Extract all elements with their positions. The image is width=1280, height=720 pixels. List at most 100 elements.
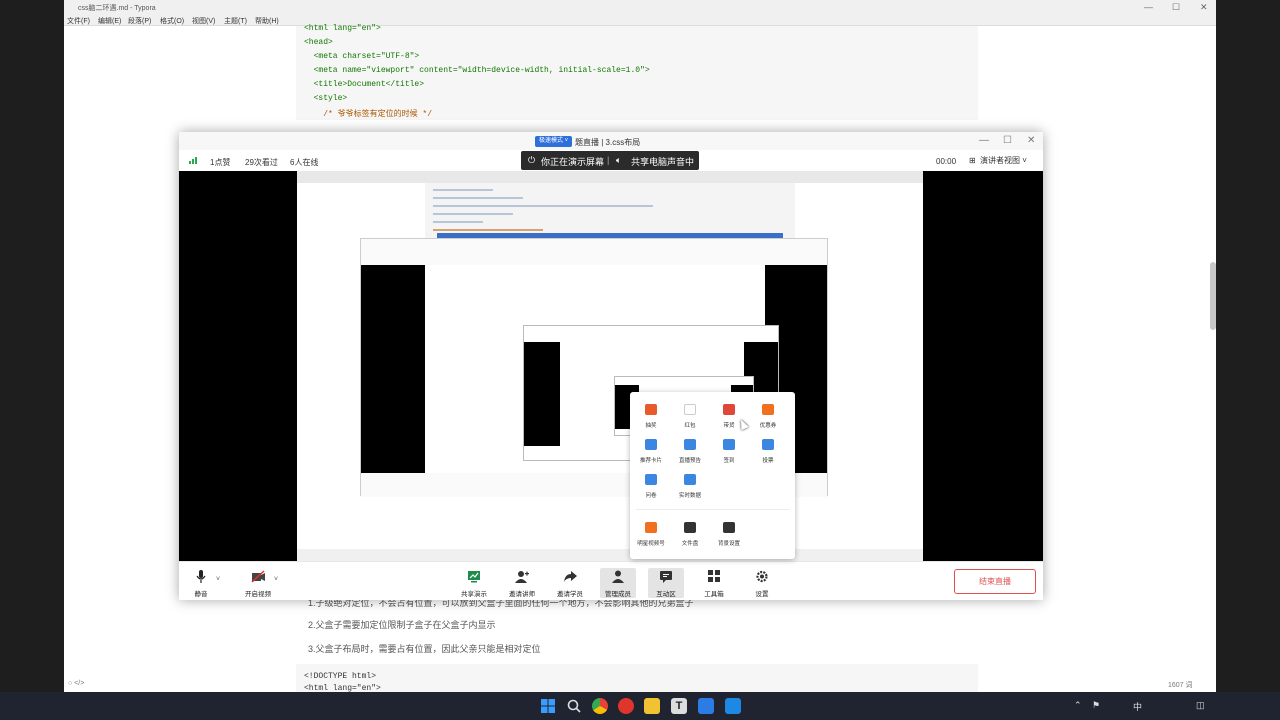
live-toolbar: 静音 ˅ 开启视频 ˅ 共享演示 邀请讲师 邀请学员 管理成员 互动区 工具箱 … bbox=[179, 561, 1043, 600]
manage-members-button[interactable]: 管理成员 bbox=[600, 568, 636, 598]
close-icon[interactable]: ✕ bbox=[1200, 2, 1208, 13]
shop-icon bbox=[723, 404, 735, 415]
chevron-down-icon[interactable]: ˅ bbox=[274, 576, 278, 583]
word-count[interactable]: 1607 词 bbox=[1168, 680, 1193, 690]
coupon-icon bbox=[762, 404, 774, 415]
video-account-tool[interactable]: 明星视频号 bbox=[631, 522, 671, 552]
grid-apps-icon bbox=[708, 570, 720, 582]
windows-taskbar: T ⌃ ⚑ 中 ◫ bbox=[0, 692, 1280, 720]
vscode-icon[interactable] bbox=[725, 698, 741, 714]
minimize-icon[interactable]: — bbox=[979, 135, 989, 146]
typora-menubar: 文件(F) 编辑(E) 段落(P) 格式(O) 视图(V) 主题(T) 帮助(H… bbox=[64, 14, 1216, 26]
tray-icons[interactable]: ⌃ bbox=[1074, 700, 1082, 711]
red-packet-tool[interactable]: 红包 bbox=[670, 404, 710, 434]
menu-help[interactable]: 帮助(H) bbox=[255, 16, 279, 26]
maximize-icon[interactable]: ☐ bbox=[1003, 135, 1012, 146]
recommend-card-tool[interactable]: 推荐卡片 bbox=[631, 439, 671, 469]
menu-view[interactable]: 视图(V) bbox=[192, 16, 215, 26]
code-line: <html lang="en"> bbox=[304, 24, 381, 33]
tencent-meeting-icon[interactable] bbox=[698, 698, 714, 714]
vote-tool[interactable]: 投票 bbox=[748, 439, 788, 469]
video-off-icon bbox=[251, 570, 265, 583]
end-live-button[interactable]: 结束直播 bbox=[954, 569, 1036, 594]
chat-icon bbox=[660, 571, 672, 583]
video-account-icon bbox=[645, 522, 657, 533]
settings-button[interactable]: 设置 bbox=[744, 568, 780, 598]
person-icon bbox=[612, 570, 624, 583]
code-line: <title>Document</title> bbox=[304, 80, 425, 89]
outline-toggle-icon[interactable]: ○ </> bbox=[68, 680, 84, 687]
pin-icon[interactable]: ⚑ bbox=[1092, 700, 1100, 711]
chrome-icon[interactable] bbox=[592, 698, 608, 714]
invite-speaker-button[interactable]: 邀请讲师 bbox=[504, 568, 540, 598]
mute-button[interactable]: 静音 bbox=[183, 568, 219, 598]
toolbox-button[interactable]: 工具箱 bbox=[696, 568, 732, 598]
typora-window-title: css脑二环遇.md - Typora bbox=[78, 5, 156, 12]
typora-icon[interactable]: T bbox=[671, 698, 687, 714]
menu-format[interactable]: 格式(O) bbox=[160, 16, 184, 26]
signal-icon bbox=[189, 157, 197, 164]
code-line: <meta name="viewport" content="width=dev… bbox=[304, 66, 650, 75]
live-title: 题直播 | 3.css布局 bbox=[575, 138, 641, 147]
menu-file[interactable]: 文件(F) bbox=[67, 16, 90, 26]
toolbox-popup: 抽奖 红包 带货 优惠券 推荐卡片 直播预告 签到 投票 问卷 实时数据 明星视… bbox=[630, 392, 795, 559]
power-icon: ⏻ bbox=[528, 155, 536, 165]
coupon-tool[interactable]: 优惠券 bbox=[748, 404, 788, 434]
code-line: <head> bbox=[304, 38, 333, 47]
notification-icon[interactable]: ◫ bbox=[1196, 700, 1205, 711]
netease-music-icon[interactable] bbox=[618, 698, 634, 714]
search-icon[interactable] bbox=[566, 698, 582, 714]
menu-paragraph[interactable]: 段落(P) bbox=[128, 16, 151, 26]
interaction-button[interactable]: 互动区 bbox=[648, 568, 684, 598]
background-settings-tool[interactable]: 背景设置 bbox=[709, 522, 749, 552]
lottery-tool[interactable]: 抽奖 bbox=[631, 404, 671, 434]
code-line: <meta charset="UTF-8"> bbox=[304, 52, 420, 61]
share-status-banner: ⏻ 你正在演示屏幕 | 🔈︎ 共享电脑声音中 bbox=[521, 151, 699, 170]
share-arrow-icon bbox=[564, 571, 577, 582]
code-block[interactable]: <html lang="en"> <head> <meta charset="U… bbox=[296, 24, 978, 120]
sharing-screen-status[interactable]: 你正在演示屏幕 bbox=[541, 155, 604, 168]
divider bbox=[636, 509, 789, 510]
online-count: 6人在线 bbox=[290, 158, 319, 167]
view-mode-select[interactable]: 演讲者视图 ˅ bbox=[980, 155, 1027, 166]
chevron-down-icon[interactable]: ˅ bbox=[216, 576, 220, 583]
sign-in-tool[interactable]: 签到 bbox=[709, 439, 749, 469]
menu-edit[interactable]: 编辑(E) bbox=[98, 16, 121, 26]
play-icon bbox=[684, 474, 696, 485]
maximize-icon[interactable]: ☐ bbox=[1172, 2, 1180, 13]
list-item: 2.父盒子需要加定位限制子盒子在父盒子内显示 bbox=[308, 620, 496, 630]
folder-icon bbox=[684, 522, 696, 533]
typora-titlebar: css脑二环遇.md - Typora — ☐ ✕ bbox=[64, 0, 1216, 14]
start-video-button[interactable]: 开启视频 bbox=[240, 568, 276, 598]
menu-theme[interactable]: 主题(T) bbox=[224, 16, 247, 26]
invite-student-button[interactable]: 邀请学员 bbox=[552, 568, 588, 598]
clock-icon bbox=[684, 439, 696, 450]
sharing-audio-status[interactable]: 共享电脑声音中 bbox=[631, 155, 694, 168]
list-item: 3.父盒子布局时，需要占有位置，因此父亲只能是相对定位 bbox=[308, 644, 541, 654]
questionnaire-tool[interactable]: 问卷 bbox=[631, 474, 671, 504]
live-statsbar: 1点赞 29次看过 6人在线 ⏻ 你正在演示屏幕 | 🔈︎ 共享电脑声音中 00… bbox=[179, 150, 1043, 171]
scrollbar[interactable] bbox=[1210, 262, 1216, 330]
gift-icon bbox=[645, 404, 657, 415]
user-add-icon bbox=[515, 571, 529, 583]
close-icon[interactable]: ✕ bbox=[1027, 135, 1035, 146]
watched-count: 29次看过 bbox=[245, 158, 278, 167]
realtime-data-tool[interactable]: 实时数据 bbox=[670, 474, 710, 504]
code-comment: /* 爷爷标签有定位的时候 */ bbox=[304, 110, 433, 119]
file-explorer-icon[interactable] bbox=[644, 698, 660, 714]
windows-start-icon[interactable] bbox=[540, 698, 556, 714]
input-language[interactable]: 中 bbox=[1133, 700, 1142, 713]
live-preview-tool[interactable]: 直播预告 bbox=[670, 439, 710, 469]
document-icon bbox=[645, 474, 657, 485]
shared-screen-area bbox=[179, 171, 1043, 561]
share-demo-button[interactable]: 共享演示 bbox=[456, 568, 492, 598]
card-icon bbox=[645, 439, 657, 450]
grid-view-icon: ⊞ bbox=[969, 156, 976, 165]
live-titlebar: 极速模式 ˅ 题直播 | 3.css布局 — ☐ ✕ bbox=[179, 132, 1043, 150]
file-disk-tool[interactable]: 文件盘 bbox=[670, 522, 710, 552]
microphone-icon bbox=[196, 570, 206, 583]
minimize-icon[interactable]: — bbox=[1144, 2, 1153, 12]
code-line: <style> bbox=[304, 94, 348, 103]
mode-badge[interactable]: 极速模式 ˅ bbox=[535, 136, 573, 147]
gear-icon bbox=[756, 570, 768, 583]
